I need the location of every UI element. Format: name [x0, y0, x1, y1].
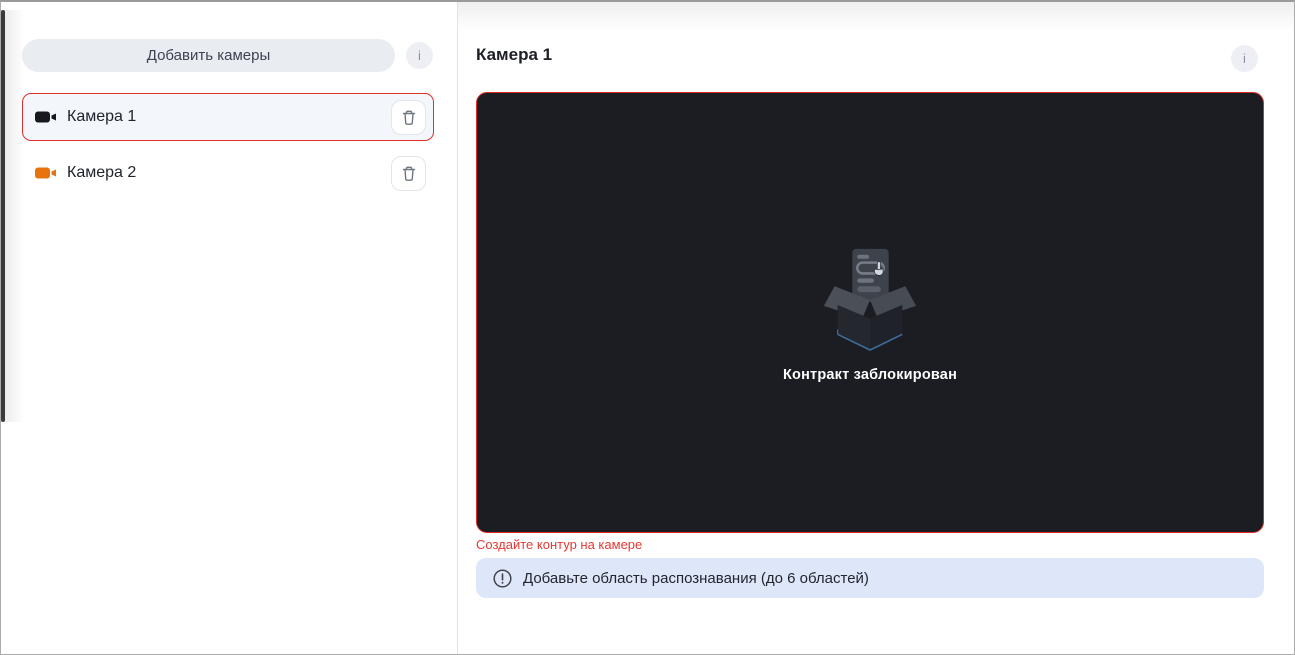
- camera-preview-area[interactable]: Контракт заблокирован: [476, 92, 1264, 533]
- camera-list-item-1[interactable]: Камера 1: [22, 93, 434, 141]
- page-title: Камера 1: [476, 45, 553, 64]
- delete-camera-button[interactable]: [391, 99, 426, 135]
- camera-sidebar: Добавить камеры i Камера 1 Камера 2: [1, 2, 457, 654]
- camera-list: Камера 1 Камера 2: [22, 93, 434, 205]
- alert-circle-icon: [493, 568, 512, 588]
- info-icon: i: [1243, 51, 1246, 66]
- sidebar-scrollbar[interactable]: [1, 10, 5, 422]
- sidebar-info-button[interactable]: i: [406, 42, 433, 69]
- add-camera-button[interactable]: Добавить камеры: [22, 39, 395, 72]
- camera-label: Камера 2: [67, 164, 137, 181]
- validation-error-text: Создайте контур на камере: [476, 537, 643, 552]
- camera-settings-window: Добавить камеры i Камера 1 Камера 2 Каме…: [0, 0, 1295, 655]
- banner-text: Добавьте область распознавания (до 6 обл…: [523, 569, 869, 587]
- camera-list-item-2[interactable]: Камера 2: [22, 149, 434, 197]
- info-icon: i: [418, 48, 421, 63]
- add-camera-row: Добавить камеры i: [22, 39, 434, 72]
- delete-camera-button[interactable]: [391, 155, 426, 191]
- box-illustration: [823, 248, 917, 351]
- trash-icon: [402, 110, 415, 125]
- camera-info-button[interactable]: i: [1231, 45, 1258, 72]
- camera-icon: [35, 111, 56, 123]
- camera-icon: [35, 167, 56, 179]
- camera-label: Камера 1: [67, 108, 137, 125]
- camera-detail-panel: Камера 1 i Контракт заблокирован Создайт…: [458, 2, 1294, 654]
- recognition-area-banner: Добавьте область распознавания (до 6 обл…: [476, 558, 1264, 598]
- trash-icon: [402, 166, 415, 181]
- placeholder-caption: Контракт заблокирован: [782, 366, 958, 383]
